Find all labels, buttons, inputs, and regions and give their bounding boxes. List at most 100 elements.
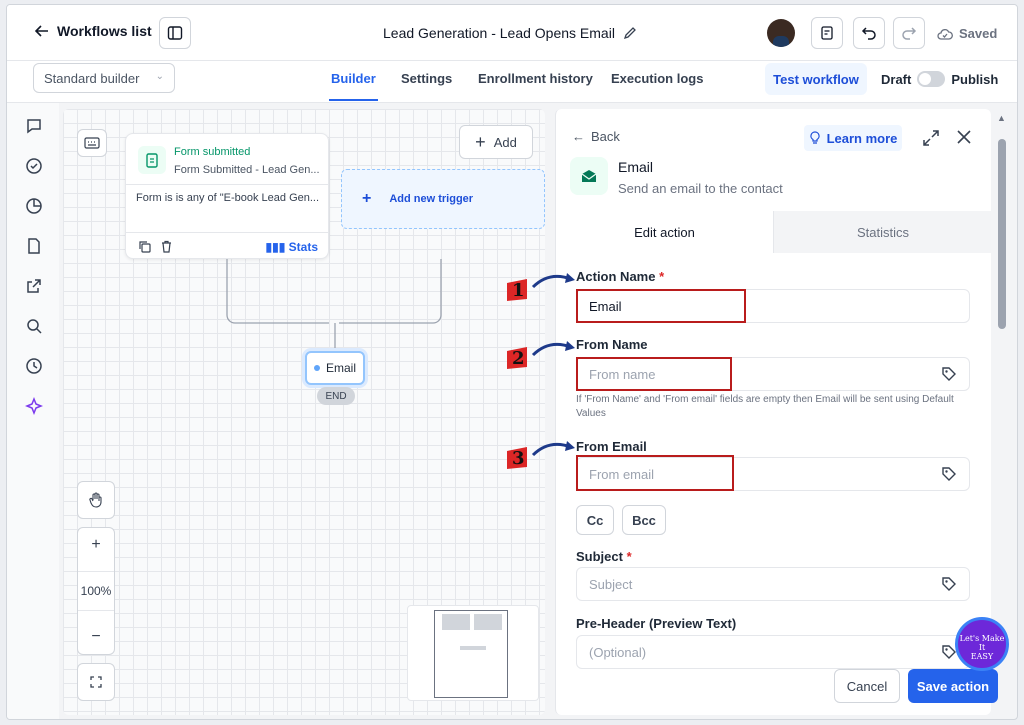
scrollbar-thumb[interactable] <box>998 139 1006 329</box>
saved-label: Saved <box>959 26 998 41</box>
learn-more-label: Learn more <box>826 130 898 146</box>
left-rail <box>7 103 59 719</box>
avatar[interactable] <box>767 19 795 47</box>
email-action-icon <box>570 157 608 195</box>
fit-view-button[interactable] <box>77 663 115 701</box>
tab-statistics[interactable]: Statistics <box>774 211 992 253</box>
trigger-condition: Form is is any of "E-book Lead Gen... <box>136 192 320 204</box>
stats-link[interactable]: ▮▮▮ Stats <box>266 240 319 254</box>
step-marker-1: 1 <box>503 277 531 303</box>
workflow-canvas[interactable]: + Add Form submitted Form Submitted - Le… <box>63 109 545 715</box>
copy-icon[interactable] <box>138 240 151 253</box>
undo-icon <box>861 27 876 40</box>
clipboard-icon <box>138 146 166 174</box>
maximize-icon[interactable] <box>922 129 940 147</box>
chat-icon[interactable] <box>25 117 43 135</box>
tab-settings[interactable]: Settings <box>401 71 452 86</box>
subject-label: Subject * <box>576 549 632 564</box>
builder-mode-select[interactable]: Standard builder ⌄ <box>33 63 175 93</box>
tag-icon[interactable] <box>941 366 957 382</box>
required-mark: * <box>659 269 665 284</box>
keyboard-icon <box>84 137 100 149</box>
check-circle-icon[interactable] <box>25 157 43 175</box>
sub-bar: Standard builder ⌄ Builder Settings Enro… <box>7 61 1017 103</box>
add-button[interactable]: + Add <box>459 125 533 159</box>
publish-toggle[interactable] <box>917 71 946 87</box>
tag-icon[interactable] <box>941 576 957 592</box>
minimap-node <box>442 614 470 630</box>
app-window: Workflows list Lead Generation - Lead Op… <box>6 4 1018 720</box>
panel-description: Send an email to the contact <box>618 181 783 196</box>
top-bar: Workflows list Lead Generation - Lead Op… <box>7 5 1017 61</box>
scroll-up-icon[interactable]: ▲ <box>997 113 1006 123</box>
mail-icon <box>581 170 597 182</box>
bcc-button[interactable]: Bcc <box>622 505 666 535</box>
cancel-button[interactable]: Cancel <box>834 669 900 703</box>
from-email-label: From Email <box>576 439 647 454</box>
toggle-sidebar-button[interactable] <box>159 17 191 49</box>
zoom-in-button[interactable]: + <box>91 536 100 554</box>
draft-label: Draft <box>881 71 912 87</box>
divider <box>126 184 328 185</box>
trash-icon[interactable] <box>160 240 173 253</box>
back-to-workflows-link[interactable]: Workflows list <box>35 23 152 39</box>
keyboard-shortcuts-button[interactable] <box>77 129 107 157</box>
action-name-label-text: Action Name <box>576 269 656 284</box>
marker-number: 1 <box>512 280 525 301</box>
from-name-label: From Name <box>576 337 648 352</box>
test-workflow-button[interactable]: Test workflow <box>765 63 867 95</box>
highlight-box <box>576 289 746 323</box>
cc-button[interactable]: Cc <box>576 505 614 535</box>
file-icon[interactable] <box>25 237 43 255</box>
step-marker-2: 2 <box>503 345 531 371</box>
tab-execution-logs[interactable]: Execution logs <box>611 71 703 86</box>
panel-title: Email <box>618 159 654 175</box>
trigger-subtitle: Form Submitted - Lead Gen... <box>174 164 320 176</box>
tab-edit-action[interactable]: Edit action <box>556 211 774 253</box>
plus-icon: + <box>475 131 486 152</box>
pie-chart-icon[interactable] <box>25 197 43 215</box>
external-link-icon[interactable] <box>25 277 43 295</box>
pan-tool-button[interactable] <box>77 481 115 519</box>
notes-button[interactable] <box>811 17 843 49</box>
save-action-button[interactable]: Save action <box>908 669 998 703</box>
redo-button[interactable] <box>893 17 925 49</box>
add-new-trigger-button[interactable]: + Add new trigger <box>341 169 545 229</box>
plus-icon: + <box>362 190 372 207</box>
panel-back-link[interactable]: ← Back <box>572 129 620 144</box>
close-icon[interactable] <box>956 129 972 145</box>
undo-button[interactable] <box>853 17 885 49</box>
zoom-level: 100% <box>78 571 114 611</box>
preheader-placeholder: (Optional) <box>589 645 647 660</box>
email-node-label: Email <box>325 361 356 375</box>
panel-tabs: Edit action Statistics <box>556 211 992 253</box>
required-mark: * <box>626 549 632 564</box>
marker-number: 2 <box>512 348 525 369</box>
bar-chart-icon: ▮▮▮ <box>265 240 286 254</box>
add-label: Add <box>493 134 517 150</box>
chevron-down-icon: ⌄ <box>155 71 164 82</box>
zoom-out-button[interactable]: − <box>91 628 100 646</box>
tab-enrollment-history[interactable]: Enrollment history <box>478 71 593 86</box>
save-status: Saved <box>937 26 997 41</box>
sparkle-icon[interactable] <box>25 397 43 415</box>
tab-builder[interactable]: Builder <box>329 71 378 101</box>
subject-input[interactable]: Subject <box>576 567 970 601</box>
minimap[interactable] <box>407 605 539 701</box>
subject-placeholder: Subject <box>589 577 633 592</box>
zoom-controls: + 100% − <box>77 527 115 655</box>
learn-more-button[interactable]: Learn more <box>804 125 902 151</box>
end-node: END <box>317 387 355 405</box>
search-icon[interactable] <box>25 317 43 335</box>
action-name-label: Action Name * <box>576 269 664 284</box>
tag-icon[interactable] <box>941 466 957 482</box>
preheader-label: Pre-Header (Preview Text) <box>576 616 737 631</box>
divider <box>126 232 328 233</box>
trigger-card[interactable]: Form submitted Form Submitted - Lead Gen… <box>125 133 329 259</box>
history-icon[interactable] <box>25 357 43 375</box>
preheader-input[interactable]: (Optional) <box>576 635 970 669</box>
email-action-node[interactable]: Email <box>305 351 365 385</box>
pencil-icon[interactable] <box>623 26 637 40</box>
add-trigger-label: Add new trigger <box>389 193 474 205</box>
expand-icon <box>90 676 102 688</box>
